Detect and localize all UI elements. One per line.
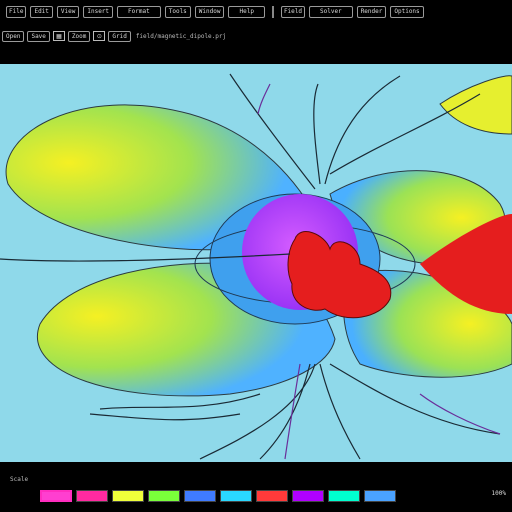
- menu-bar: File Edit View Insert Format Tools Windo…: [0, 0, 512, 24]
- menu-format[interactable]: Format: [117, 6, 161, 18]
- menu-field[interactable]: Field: [280, 6, 305, 18]
- field-line: [324, 75, 401, 185]
- menu-label: File: [9, 8, 24, 15]
- status-label: Scale: [10, 476, 29, 483]
- menu-edit[interactable]: Edit: [30, 6, 53, 18]
- button-label: Zoom: [71, 32, 87, 40]
- button-label: Open: [6, 32, 21, 40]
- button-label: Grid: [112, 32, 127, 40]
- color-swatch-1[interactable]: [76, 490, 108, 502]
- field-line: [89, 413, 241, 421]
- menu-label: Window: [198, 8, 221, 15]
- field-canvas[interactable]: [0, 64, 512, 462]
- menu-label: Render: [360, 8, 383, 15]
- grid-button[interactable]: Grid: [108, 30, 131, 42]
- color-swatch-6[interactable]: [256, 490, 288, 502]
- color-swatch-8[interactable]: [328, 490, 360, 502]
- magnet-icon[interactable]: ⊙: [93, 31, 106, 41]
- zoom-button[interactable]: Zoom: [67, 30, 91, 42]
- zoom-readout: 100%: [491, 490, 506, 497]
- menu-view[interactable]: View: [56, 6, 80, 18]
- menu-label: Options: [394, 8, 420, 15]
- menu-label: Help: [239, 8, 254, 15]
- menu-label: Field: [283, 8, 302, 15]
- menu-tools[interactable]: Tools: [164, 6, 191, 18]
- button-label: Save: [31, 32, 46, 40]
- grid-icon[interactable]: ▦: [52, 31, 65, 41]
- open-button[interactable]: Open: [2, 30, 25, 42]
- menu-insert[interactable]: Insert: [83, 6, 114, 18]
- color-swatch-4[interactable]: [184, 490, 216, 502]
- field-plot: [0, 73, 512, 460]
- menu-label: Edit: [34, 8, 49, 15]
- menu-help[interactable]: Help: [228, 6, 265, 18]
- file-path: field/magnetic_dipole.prj: [135, 32, 227, 40]
- color-swatch-2[interactable]: [112, 490, 144, 502]
- app-window: File Edit View Insert Format Tools Windo…: [0, 0, 512, 512]
- lobe-top-right: [439, 75, 512, 135]
- field-line: [257, 83, 271, 115]
- menu-label: View: [60, 8, 76, 15]
- menu-label: Solver: [320, 8, 342, 15]
- menu-label: Format: [128, 8, 150, 15]
- tool-bar: Open Save ▦ Zoom ⊙ Grid field/magnetic_d…: [0, 26, 512, 46]
- menu-render[interactable]: Render: [356, 6, 387, 18]
- color-swatch-5[interactable]: [220, 490, 252, 502]
- color-swatch-7[interactable]: [292, 490, 324, 502]
- color-palette: [40, 490, 396, 502]
- field-line: [419, 393, 501, 435]
- menu-solver[interactable]: Solver: [309, 6, 353, 18]
- menu-label: Tools: [168, 8, 187, 15]
- menu-file[interactable]: File: [6, 6, 27, 18]
- menu-separator: [271, 6, 274, 18]
- status-bar: Scale 100%: [0, 476, 512, 512]
- field-line: [313, 83, 321, 185]
- color-swatch-0[interactable]: [40, 490, 72, 502]
- menu-options[interactable]: Options: [390, 6, 424, 18]
- menu-label: Insert: [87, 8, 110, 15]
- save-button[interactable]: Save: [27, 30, 50, 42]
- color-swatch-3[interactable]: [148, 490, 180, 502]
- color-swatch-9[interactable]: [364, 490, 396, 502]
- menu-window[interactable]: Window: [194, 6, 225, 18]
